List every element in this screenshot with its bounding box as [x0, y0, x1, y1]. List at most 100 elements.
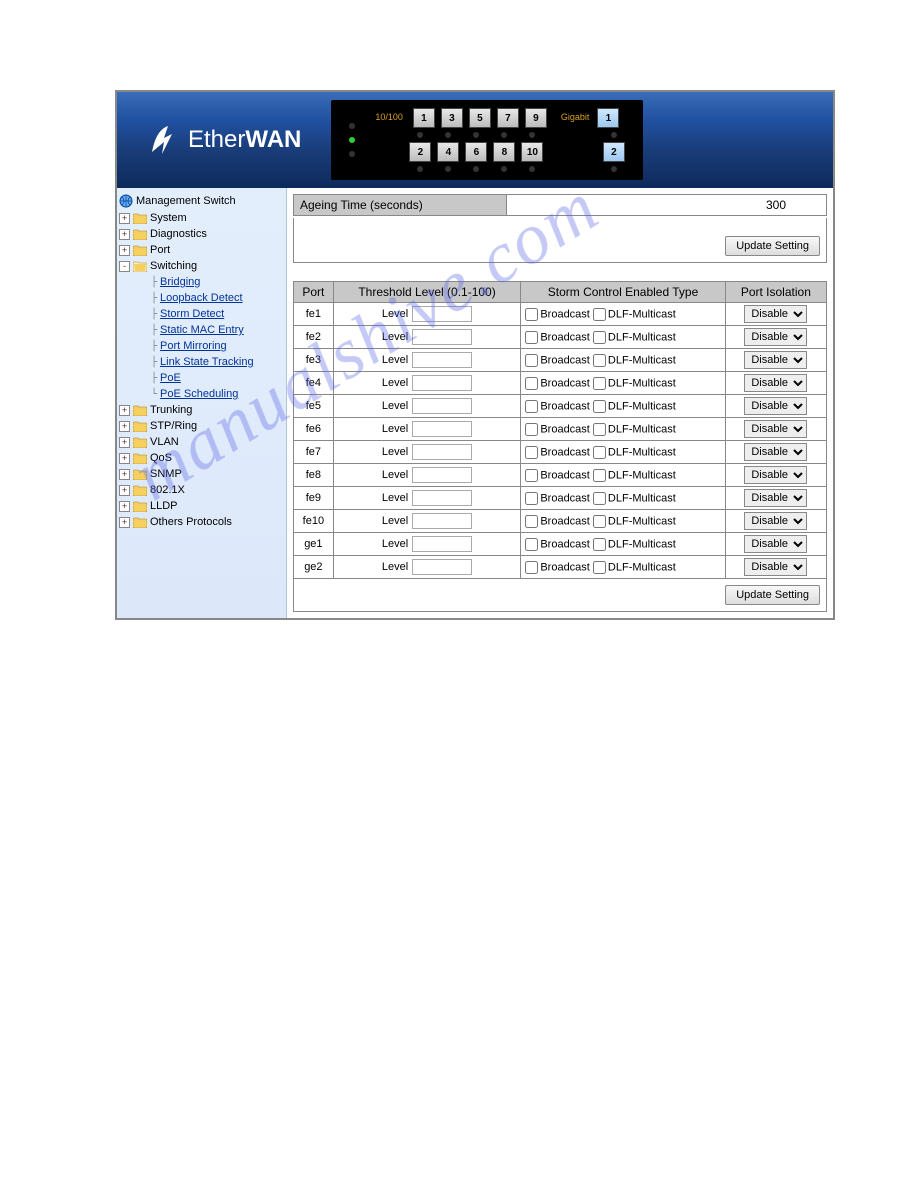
isolation-select[interactable]: Disable: [744, 351, 807, 369]
isolation-select[interactable]: Disable: [744, 512, 807, 530]
port-button-3[interactable]: 3: [441, 108, 463, 128]
threshold-input[interactable]: [412, 352, 472, 368]
sidebar-link[interactable]: Static MAC Entry: [160, 324, 244, 336]
sidebar-item-snmp[interactable]: +SNMP: [119, 466, 284, 482]
broadcast-checkbox[interactable]: [525, 492, 538, 505]
broadcast-checkbox[interactable]: [525, 446, 538, 459]
broadcast-checkbox[interactable]: [525, 423, 538, 436]
sidebar-item-system[interactable]: +System: [119, 210, 284, 226]
collapse-icon[interactable]: -: [119, 261, 130, 272]
port-button-2[interactable]: 2: [409, 142, 431, 162]
dlf-checkbox[interactable]: [593, 446, 606, 459]
threshold-input[interactable]: [412, 398, 472, 414]
isolation-select[interactable]: Disable: [744, 374, 807, 392]
isolation-select[interactable]: Disable: [744, 558, 807, 576]
isolation-select[interactable]: Disable: [744, 305, 807, 323]
dlf-checkbox[interactable]: [593, 423, 606, 436]
threshold-input[interactable]: [412, 536, 472, 552]
expand-icon[interactable]: +: [119, 485, 130, 496]
dlf-checkbox[interactable]: [593, 377, 606, 390]
threshold-input[interactable]: [412, 513, 472, 529]
broadcast-checkbox[interactable]: [525, 400, 538, 413]
sidebar-item-qos[interactable]: +QoS: [119, 450, 284, 466]
expand-icon[interactable]: +: [119, 229, 130, 240]
sidebar-item-port[interactable]: +Port: [119, 242, 284, 258]
broadcast-checkbox[interactable]: [525, 561, 538, 574]
port-button-10[interactable]: 10: [521, 142, 543, 162]
threshold-input[interactable]: [412, 467, 472, 483]
sidebar-item-vlan[interactable]: +VLAN: [119, 434, 284, 450]
sidebar-item-poe-scheduling[interactable]: └PoE Scheduling: [119, 386, 284, 402]
port-button-6[interactable]: 6: [465, 142, 487, 162]
sidebar-link[interactable]: Link State Tracking: [160, 356, 254, 368]
expand-icon[interactable]: +: [119, 501, 130, 512]
dlf-checkbox[interactable]: [593, 331, 606, 344]
dlf-checkbox[interactable]: [593, 400, 606, 413]
broadcast-checkbox[interactable]: [525, 354, 538, 367]
sidebar-link[interactable]: PoE: [160, 372, 181, 384]
dlf-checkbox[interactable]: [593, 561, 606, 574]
sidebar-item-switching[interactable]: -Switching: [119, 258, 284, 274]
threshold-input[interactable]: [412, 559, 472, 575]
sidebar-link[interactable]: Bridging: [160, 276, 200, 288]
sidebar-item-others-protocols[interactable]: +Others Protocols: [119, 514, 284, 530]
broadcast-checkbox[interactable]: [525, 308, 538, 321]
sidebar-item-trunking[interactable]: +Trunking: [119, 402, 284, 418]
update-setting-button[interactable]: Update Setting: [725, 236, 820, 256]
dlf-checkbox[interactable]: [593, 354, 606, 367]
dlf-checkbox[interactable]: [593, 492, 606, 505]
isolation-select[interactable]: Disable: [744, 535, 807, 553]
port-button-gig2[interactable]: 2: [603, 142, 625, 162]
expand-icon[interactable]: +: [119, 517, 130, 528]
expand-icon[interactable]: +: [119, 405, 130, 416]
expand-icon[interactable]: +: [119, 437, 130, 448]
dlf-checkbox[interactable]: [593, 538, 606, 551]
broadcast-checkbox[interactable]: [525, 331, 538, 344]
isolation-select[interactable]: Disable: [744, 397, 807, 415]
sidebar-item-stp-ring[interactable]: +STP/Ring: [119, 418, 284, 434]
sidebar-item-bridging[interactable]: ├Bridging: [119, 274, 284, 290]
broadcast-checkbox[interactable]: [525, 515, 538, 528]
threshold-input[interactable]: [412, 375, 472, 391]
sidebar-item-802-1x[interactable]: +802.1X: [119, 482, 284, 498]
isolation-select[interactable]: Disable: [744, 328, 807, 346]
port-button-7[interactable]: 7: [497, 108, 519, 128]
port-button-gig1[interactable]: 1: [597, 108, 619, 128]
broadcast-checkbox[interactable]: [525, 538, 538, 551]
expand-icon[interactable]: +: [119, 213, 130, 224]
sidebar-item-diagnostics[interactable]: +Diagnostics: [119, 226, 284, 242]
sidebar-link[interactable]: PoE Scheduling: [160, 388, 238, 400]
isolation-select[interactable]: Disable: [744, 443, 807, 461]
expand-icon[interactable]: +: [119, 469, 130, 480]
expand-icon[interactable]: +: [119, 245, 130, 256]
isolation-select[interactable]: Disable: [744, 420, 807, 438]
sidebar-link[interactable]: Port Mirroring: [160, 340, 227, 352]
sidebar-item-storm-detect[interactable]: ├Storm Detect: [119, 306, 284, 322]
sidebar-item-static-mac-entry[interactable]: ├Static MAC Entry: [119, 322, 284, 338]
update-setting-button[interactable]: Update Setting: [725, 585, 820, 605]
broadcast-checkbox[interactable]: [525, 377, 538, 390]
threshold-input[interactable]: [412, 444, 472, 460]
port-button-5[interactable]: 5: [469, 108, 491, 128]
sidebar-item-port-mirroring[interactable]: ├Port Mirroring: [119, 338, 284, 354]
threshold-input[interactable]: [412, 421, 472, 437]
port-button-9[interactable]: 9: [525, 108, 547, 128]
dlf-checkbox[interactable]: [593, 308, 606, 321]
expand-icon[interactable]: +: [119, 421, 130, 432]
dlf-checkbox[interactable]: [593, 515, 606, 528]
isolation-select[interactable]: Disable: [744, 466, 807, 484]
tree-root[interactable]: Management Switch: [119, 192, 284, 210]
expand-icon[interactable]: +: [119, 453, 130, 464]
threshold-input[interactable]: [412, 306, 472, 322]
broadcast-checkbox[interactable]: [525, 469, 538, 482]
dlf-checkbox[interactable]: [593, 469, 606, 482]
threshold-input[interactable]: [412, 329, 472, 345]
sidebar-item-link-state-tracking[interactable]: ├Link State Tracking: [119, 354, 284, 370]
sidebar-item-lldp[interactable]: +LLDP: [119, 498, 284, 514]
sidebar-link[interactable]: Storm Detect: [160, 308, 224, 320]
port-button-4[interactable]: 4: [437, 142, 459, 162]
sidebar-item-loopback-detect[interactable]: ├Loopback Detect: [119, 290, 284, 306]
port-button-1[interactable]: 1: [413, 108, 435, 128]
port-button-8[interactable]: 8: [493, 142, 515, 162]
sidebar-link[interactable]: Loopback Detect: [160, 292, 243, 304]
